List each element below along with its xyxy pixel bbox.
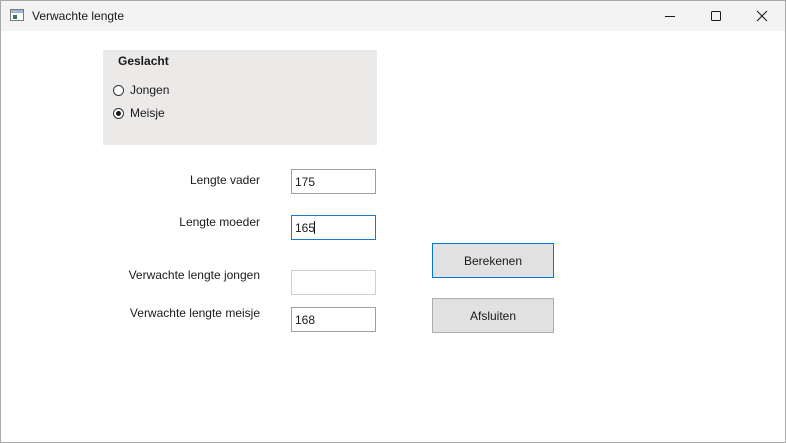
radio-meisje[interactable]: Meisje: [113, 105, 165, 121]
close-window-button[interactable]: [739, 1, 785, 31]
label-lengte-moeder: Lengte moeder: [179, 215, 260, 229]
calculate-button[interactable]: Berekenen: [432, 243, 554, 278]
input-lengte-moeder[interactable]: [291, 215, 376, 240]
text-caret: [314, 221, 315, 234]
maximize-icon: [711, 11, 721, 21]
radio-meisje-label[interactable]: Meisje: [130, 106, 165, 120]
window-title: Verwachte lengte: [32, 9, 125, 23]
minimize-icon: [665, 16, 675, 17]
gender-group-title: Geslacht: [118, 54, 169, 68]
title-bar[interactable]: Verwachte lengte: [1, 1, 785, 31]
radio-jongen[interactable]: Jongen: [113, 82, 169, 98]
output-verwachte-lengte-meisje[interactable]: [291, 307, 376, 332]
input-lengte-vader[interactable]: [291, 169, 376, 194]
label-verwachte-lengte-jongen: Verwachte lengte jongen: [128, 268, 260, 282]
gender-groupbox: Geslacht Jongen Meisje: [103, 50, 377, 145]
maximize-button[interactable]: [693, 1, 739, 31]
radio-jongen-label[interactable]: Jongen: [130, 83, 169, 97]
minimize-button[interactable]: [647, 1, 693, 31]
close-button[interactable]: Afsluiten: [432, 298, 554, 333]
label-lengte-vader: Lengte vader: [189, 173, 260, 187]
close-icon: [756, 10, 768, 22]
label-verwachte-lengte-meisje: Verwachte lengte meisje: [129, 306, 260, 320]
output-verwachte-lengte-jongen[interactable]: [291, 270, 376, 295]
app-window: Verwachte lengte Geslacht Jongen Meisje …: [0, 0, 786, 443]
radio-unchecked-icon[interactable]: [113, 84, 124, 96]
radio-checked-icon[interactable]: [113, 107, 124, 119]
form-app-icon: [10, 9, 24, 21]
